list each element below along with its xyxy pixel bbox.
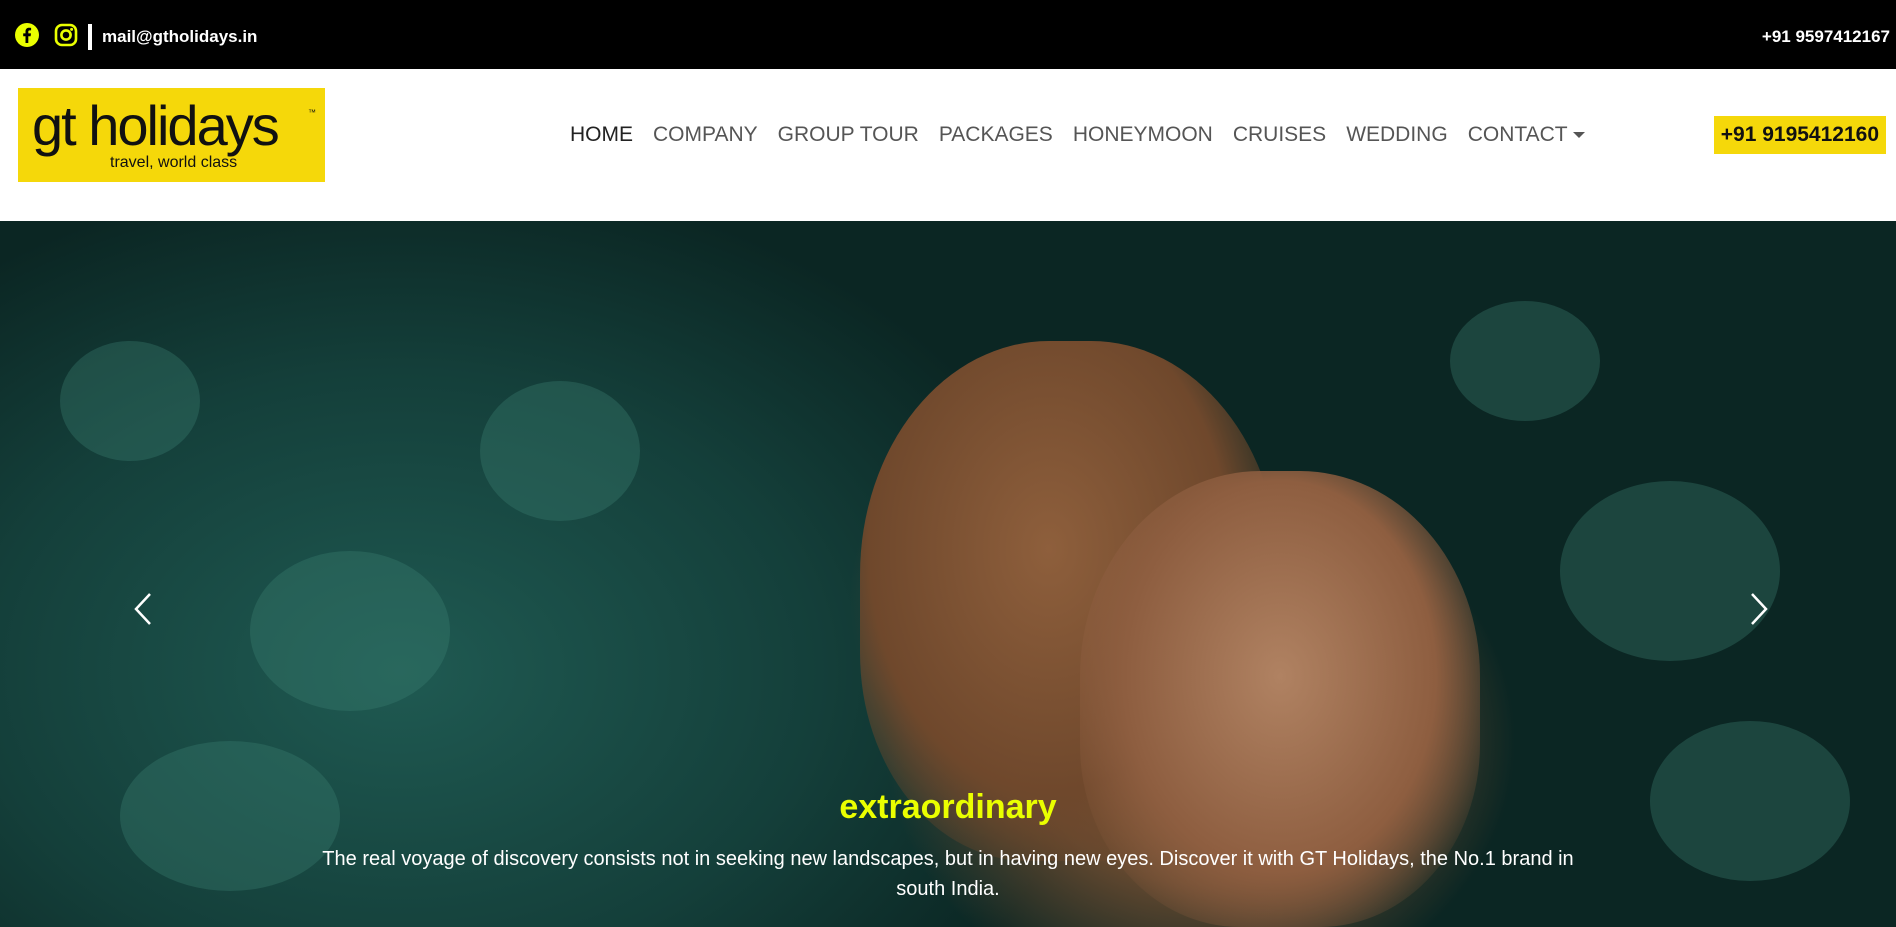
foliage — [480, 381, 640, 521]
logo-brand-text: gt holidays — [32, 94, 280, 157]
logo-tagline: travel, world class — [110, 154, 238, 171]
foliage — [1450, 301, 1600, 421]
foliage — [250, 551, 450, 711]
email-link[interactable]: mail@gtholidays.in — [102, 27, 257, 47]
nav-item-contact-label: CONTACT — [1467, 123, 1568, 146]
nav-item-home[interactable]: HOME — [570, 123, 633, 147]
nav-item-contact[interactable]: CONTACT — [1468, 123, 1585, 147]
hero-title: extraordinary — [839, 788, 1057, 826]
call-button[interactable]: +91 9195412160 — [1713, 116, 1886, 154]
nav-item-packages[interactable]: PACKAGES — [939, 123, 1053, 147]
hero-carousel: extraordinary The real voyage of discove… — [0, 221, 1896, 927]
foliage — [60, 341, 200, 461]
caret-down-icon — [1572, 132, 1585, 139]
carousel-next-button[interactable] — [1738, 576, 1778, 636]
top-phone-link[interactable]: +91 9597412167 — [1762, 27, 1890, 47]
carousel-prev-button[interactable] — [124, 576, 164, 636]
brand-logo[interactable]: gt holidays ™ travel, world class — [18, 88, 325, 182]
nav-item-cruises[interactable]: CRUISES — [1233, 123, 1326, 147]
social-links — [14, 22, 78, 48]
nav-item-honeymoon[interactable]: HONEYMOON — [1073, 123, 1213, 147]
nav-item-group-tour[interactable]: GROUP TOUR — [778, 123, 919, 147]
hero-text: The real voyage of discovery consists no… — [322, 848, 1574, 900]
nav-menu: HOME COMPANY GROUP TOUR PACKAGES HONEYMO… — [570, 123, 1605, 147]
logo-trademark: ™ — [308, 108, 316, 117]
instagram-icon[interactable] — [54, 23, 78, 47]
top-bar: mail@gtholidays.in +91 9597412167 — [0, 0, 1896, 69]
nav-item-company[interactable]: COMPANY — [653, 123, 758, 147]
main-navbar: gt holidays ™ travel, world class HOME C… — [0, 69, 1896, 221]
facebook-icon[interactable] — [14, 22, 40, 48]
nav-item-wedding[interactable]: WEDDING — [1346, 123, 1448, 147]
divider — [88, 24, 92, 50]
